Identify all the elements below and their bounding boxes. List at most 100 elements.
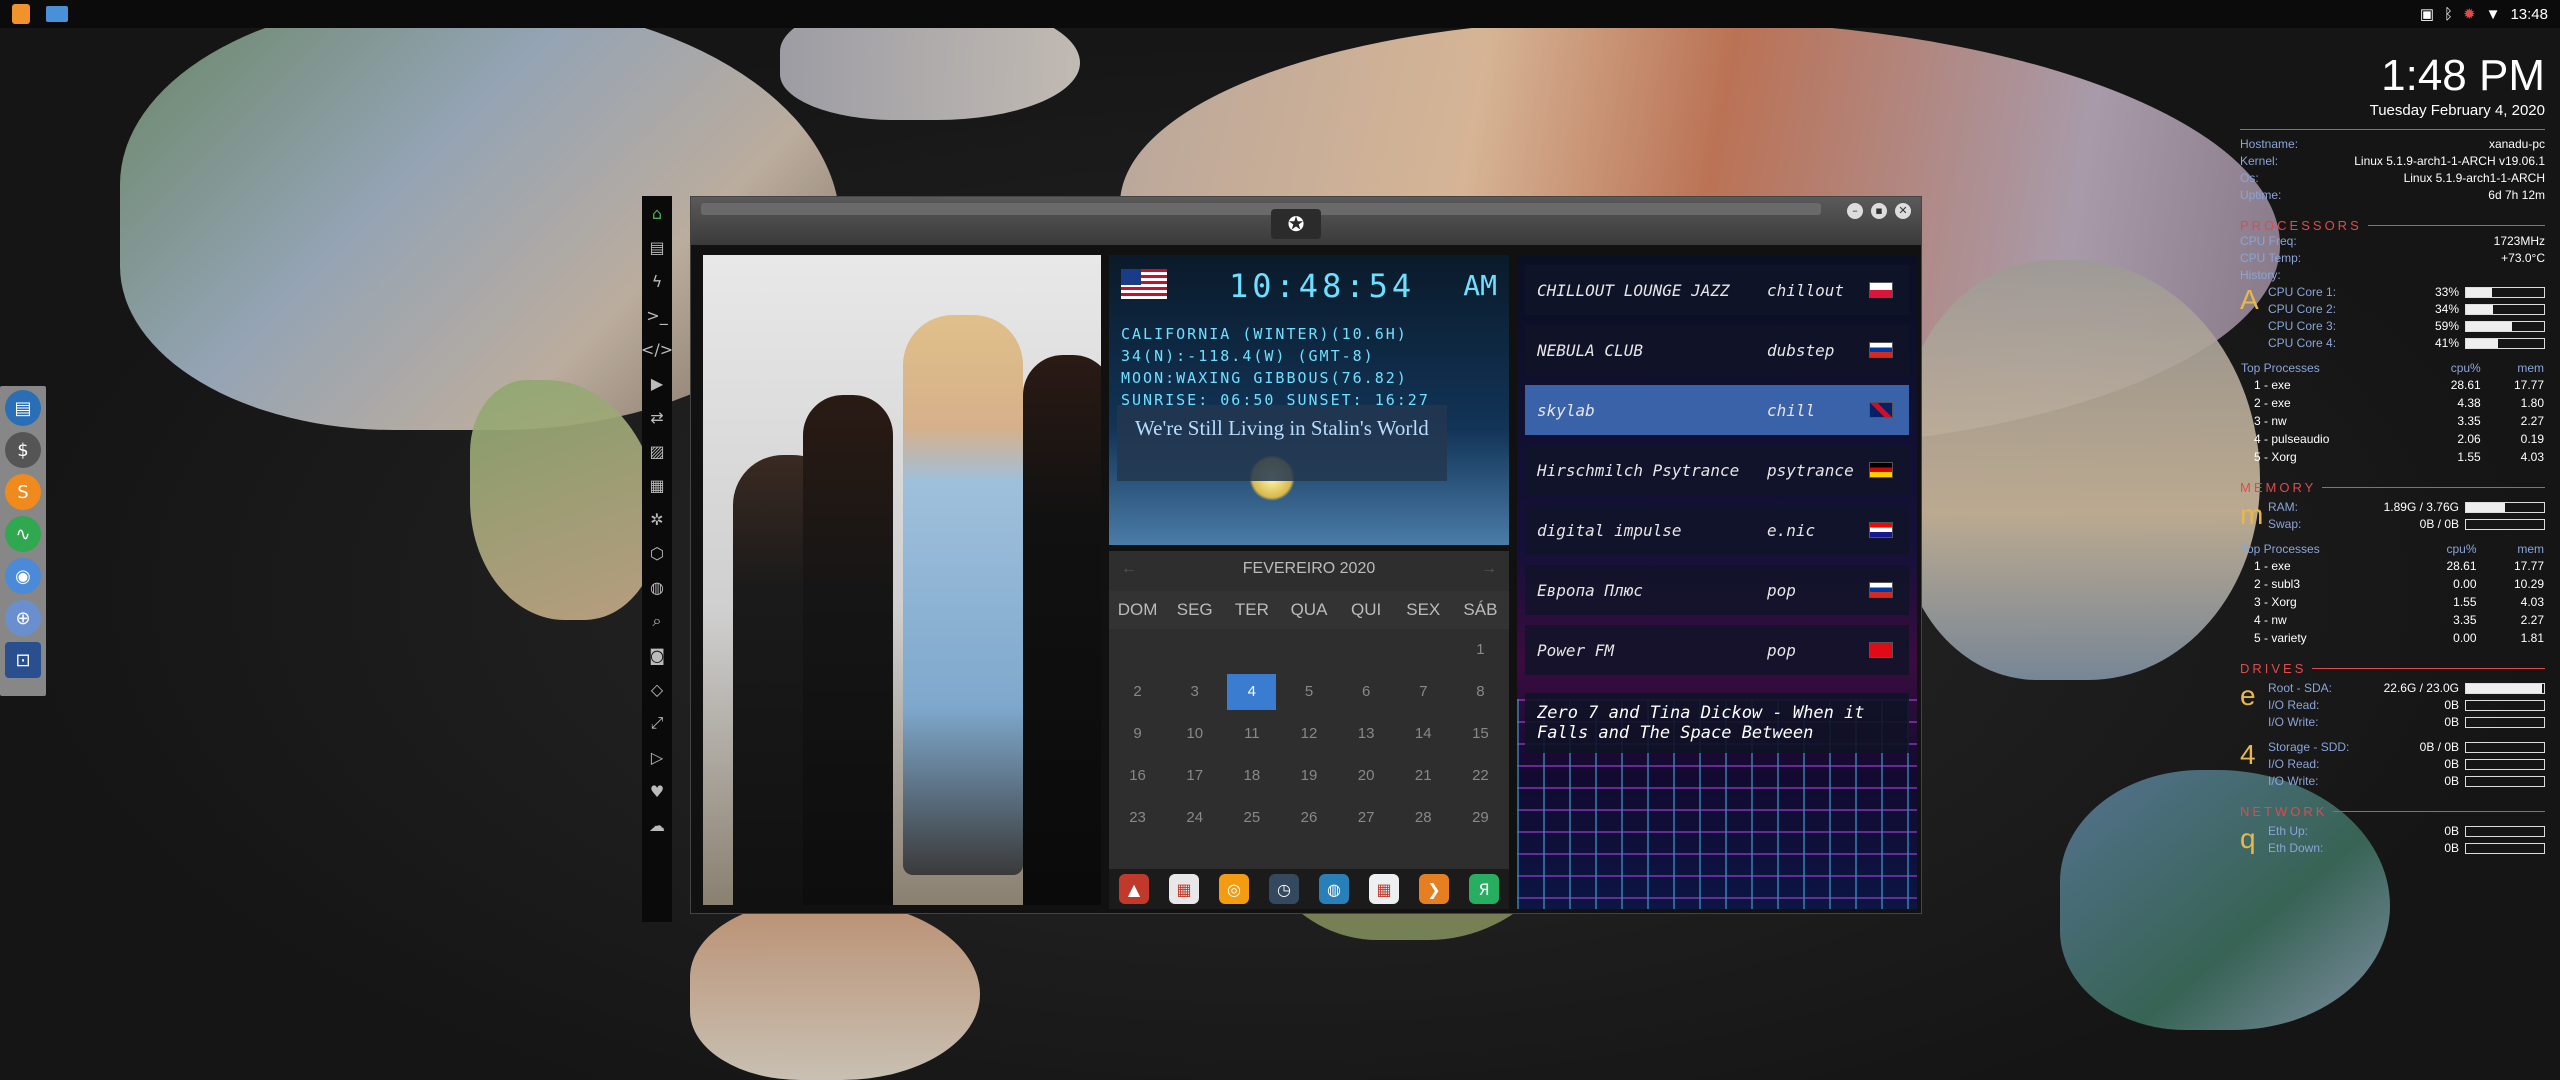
calendar-day[interactable]: 16 bbox=[1109, 755, 1166, 797]
calendar-day[interactable]: 22 bbox=[1452, 755, 1509, 797]
monitor-icon[interactable]: ∿ bbox=[5, 516, 41, 552]
photo-icon[interactable]: ▣ bbox=[2420, 5, 2434, 23]
terminal-icon[interactable]: >_ bbox=[646, 304, 668, 326]
yandex-icon[interactable]: Я bbox=[1469, 874, 1499, 904]
radio-station[interactable]: digital impulse e.nic bbox=[1525, 505, 1909, 555]
network-icon[interactable]: ⊕ bbox=[5, 600, 41, 636]
network-row: Eth Down: 0B bbox=[2268, 840, 2545, 857]
calendar-day[interactable]: 14 bbox=[1395, 713, 1452, 755]
next-month-icon[interactable]: → bbox=[1481, 551, 1497, 587]
minimize-button[interactable]: – bbox=[1847, 203, 1863, 219]
heart-icon[interactable]: ♥ bbox=[646, 780, 668, 802]
radio-station[interactable]: skylab chill bbox=[1525, 385, 1909, 435]
calendar-day[interactable]: 5 bbox=[1280, 671, 1337, 713]
sublime-text-icon[interactable] bbox=[6, 2, 36, 26]
calendar-day[interactable]: 27 bbox=[1338, 797, 1395, 839]
maximize-button[interactable]: ▪ bbox=[1871, 203, 1887, 219]
expand-icon[interactable]: ⤢ bbox=[646, 712, 668, 734]
calendar-day[interactable]: 2 bbox=[1109, 671, 1166, 713]
uk-flag-icon bbox=[1869, 402, 1893, 418]
calendar-day[interactable]: 25 bbox=[1223, 797, 1280, 839]
calendar-today[interactable]: 4 bbox=[1227, 674, 1277, 710]
calendar-day[interactable]: 13 bbox=[1338, 713, 1395, 755]
calendar-day[interactable]: 26 bbox=[1280, 797, 1337, 839]
drive-icon[interactable]: ▤ bbox=[5, 390, 41, 426]
radio-station[interactable]: NEBULA CLUB dubstep bbox=[1525, 325, 1909, 375]
drive-root-value-wrap: 0B bbox=[2444, 714, 2545, 731]
contact-icon[interactable]: ◙ bbox=[646, 644, 668, 666]
calendar-day[interactable]: 28 bbox=[1395, 797, 1452, 839]
screenshot-icon[interactable]: ⊡ bbox=[5, 642, 41, 678]
radio-station[interactable]: Power FM pop bbox=[1525, 625, 1909, 675]
app-a-icon[interactable]: ▲ bbox=[1119, 874, 1149, 904]
calendar-day[interactable]: 18 bbox=[1223, 755, 1280, 797]
translate-icon[interactable]: ⇄ bbox=[646, 406, 668, 428]
image-icon[interactable]: ▨ bbox=[646, 440, 668, 462]
calendar-day[interactable]: 1 bbox=[1452, 629, 1509, 671]
lightning-icon[interactable]: ϟ bbox=[646, 270, 668, 292]
skype-icon[interactable]: S bbox=[5, 474, 41, 510]
clock-app-icon[interactable]: ◷ bbox=[1269, 874, 1299, 904]
news-icon[interactable]: ▦ bbox=[646, 474, 668, 496]
globe-app-icon[interactable]: ◍ bbox=[1319, 874, 1349, 904]
calendar-app-icon[interactable]: ▦ bbox=[1169, 874, 1199, 904]
rebel-alliance-icon: ✪ bbox=[1271, 209, 1321, 239]
youtube-icon[interactable]: ▷ bbox=[646, 746, 668, 768]
cpu-core-bar-fill bbox=[2466, 322, 2513, 332]
calendar-day[interactable]: 7 bbox=[1395, 671, 1452, 713]
window-controls: – ▪ ✕ bbox=[1847, 203, 1911, 219]
calendar-day[interactable]: 12 bbox=[1280, 713, 1337, 755]
calendar-day[interactable]: 23 bbox=[1109, 797, 1166, 839]
calendar-date-icon[interactable]: ▦ bbox=[1369, 874, 1399, 904]
calendar-day[interactable]: 24 bbox=[1166, 797, 1223, 839]
play-icon[interactable]: ▶ bbox=[646, 372, 668, 394]
cpu-cores-block: A CPU Core 1: 33% CPU Core 2: 34% CPU Core 3… bbox=[2240, 284, 2545, 352]
cpu-core-value-wrap: 33% bbox=[2435, 284, 2545, 301]
code-icon[interactable]: </> bbox=[641, 338, 673, 360]
calendar-day[interactable]: 6 bbox=[1338, 671, 1395, 713]
home-icon[interactable]: ⌂ bbox=[646, 202, 668, 224]
search-app-icon[interactable]: ◎ bbox=[1219, 874, 1249, 904]
calendar-day[interactable]: 9 bbox=[1109, 713, 1166, 755]
station-genre: dubstep bbox=[1767, 340, 1835, 360]
window-titlebar[interactable]: ✪ – ▪ ✕ bbox=[691, 197, 1921, 245]
globe-icon[interactable]: ◍ bbox=[646, 576, 668, 598]
radio-station[interactable]: Hirschmilch Psytrance psytrance bbox=[1525, 445, 1909, 495]
calendar-day[interactable]: 20 bbox=[1338, 755, 1395, 797]
song-card[interactable]: We're Still Living in Stalin's World bbox=[1117, 405, 1447, 481]
chrome-icon[interactable]: ◉ bbox=[5, 558, 41, 594]
radio-station[interactable]: Европа Плюс pop bbox=[1525, 565, 1909, 615]
arrow-app-icon[interactable]: ❯ bbox=[1419, 874, 1449, 904]
mem-column: mem bbox=[2517, 361, 2544, 375]
drive-storage-key: I/O Write: bbox=[2268, 774, 2319, 788]
close-button[interactable]: ✕ bbox=[1895, 203, 1911, 219]
radio-station[interactable]: CHILLOUT LOUNGE JAZZ chillout bbox=[1525, 265, 1909, 315]
divider bbox=[2240, 129, 2545, 130]
calendar-day[interactable]: 29 bbox=[1452, 797, 1509, 839]
calendar-month: FEVEREIRO 2020 bbox=[1242, 560, 1376, 577]
calendar-day[interactable]: 19 bbox=[1280, 755, 1337, 797]
cloud-icon[interactable]: ☁ bbox=[646, 814, 668, 836]
settings-icon[interactable]: ✲ bbox=[646, 508, 668, 530]
alert-icon[interactable]: ✹ bbox=[2463, 5, 2476, 23]
titlebar-handle[interactable] bbox=[701, 203, 1821, 215]
calendar-day[interactable]: 10 bbox=[1166, 713, 1223, 755]
calendar-day[interactable]: 21 bbox=[1395, 755, 1452, 797]
cpu-core-bar-fill bbox=[2466, 288, 2492, 298]
calendar-day[interactable]: 17 bbox=[1166, 755, 1223, 797]
search-icon[interactable]: ⌕ bbox=[646, 610, 668, 632]
calendar-day[interactable]: 3 bbox=[1166, 671, 1223, 713]
bluetooth-icon[interactable]: ᛒ bbox=[2444, 6, 2453, 23]
tag-icon[interactable]: ◇ bbox=[646, 678, 668, 700]
wifi-icon[interactable]: ▼ bbox=[2486, 6, 2501, 23]
document-icon[interactable]: ▤ bbox=[646, 236, 668, 258]
calendar-day[interactable]: 8 bbox=[1452, 671, 1509, 713]
panel-clock[interactable]: 13:48 bbox=[2510, 6, 2548, 23]
prev-month-icon[interactable]: ← bbox=[1121, 551, 1137, 587]
top-mem-row: 2 - subl3 0.00 10.29 bbox=[2240, 575, 2545, 593]
hexagon-icon[interactable]: ⬡ bbox=[646, 542, 668, 564]
terminal-icon[interactable]: $ bbox=[5, 432, 41, 468]
calendar-day[interactable]: 11 bbox=[1223, 713, 1280, 755]
calendar-day[interactable]: 15 bbox=[1452, 713, 1509, 755]
folder-icon[interactable] bbox=[42, 2, 72, 26]
